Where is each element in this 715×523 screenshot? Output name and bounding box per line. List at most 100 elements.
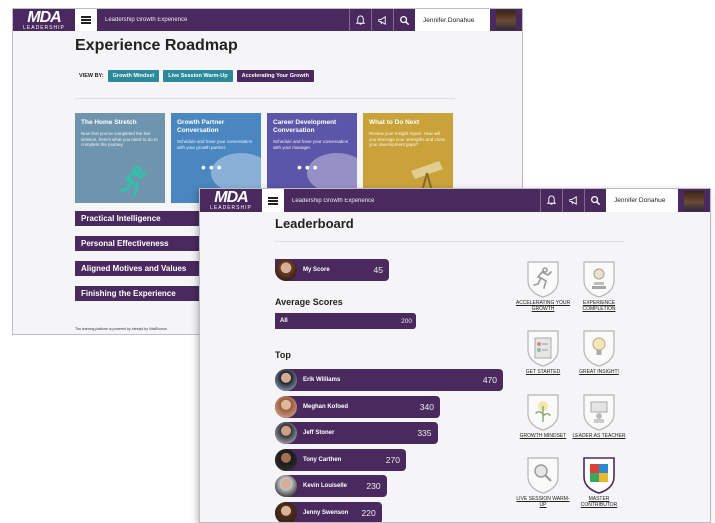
bell-icon[interactable]	[540, 189, 562, 212]
my-score-bar: My Score 45	[275, 259, 389, 281]
breadcrumb[interactable]: Leadership Growth Experience	[105, 17, 349, 23]
badge-label: EXPERIENCE COMPLETION	[582, 300, 616, 312]
leader-score: 470	[482, 375, 497, 385]
my-score-label: My Score	[303, 267, 330, 273]
average-scores-heading: Average Scores	[275, 297, 343, 307]
filter-growth-mindset[interactable]: Growth Mindset	[107, 70, 160, 82]
logo-subtext: LEADERSHIP	[210, 205, 252, 211]
logo-text: MDA	[27, 8, 61, 26]
logo-text: MDA	[214, 189, 248, 206]
avatar	[275, 369, 297, 391]
divider	[275, 241, 625, 242]
leader-row: Tony Carthen 270	[275, 448, 406, 471]
roadmap-sections: Practical Intelligence Personal Effectiv…	[75, 211, 205, 311]
badge-get-started[interactable]: GET STARTED	[515, 328, 571, 376]
badge-label: MASTER CONTRIBUTOR	[580, 496, 618, 508]
runner-icon	[527, 261, 559, 298]
top-bar: MDA LEADERSHIP Leadership Growth Experie…	[13, 9, 522, 31]
view-by-label: VIEW BY:	[79, 73, 104, 79]
leader-name: Jenny Swenson	[303, 509, 349, 516]
magnifier-icon	[527, 457, 559, 494]
divider	[75, 98, 455, 99]
leader-row: Kevin Louiselle 230	[275, 475, 387, 497]
user-name[interactable]: Jennifer Donahue	[606, 189, 678, 212]
section-aligned-motives-and-values[interactable]: Aligned Motives and Values	[75, 261, 205, 276]
section-practical-intelligence[interactable]: Practical Intelligence	[75, 211, 205, 226]
leader-row: Erik Williams 470	[275, 369, 503, 391]
badge-label: GREAT INSIGHT!	[579, 369, 619, 375]
top-bar: MDA LEADERSHIP Leadership Growth Experie…	[200, 189, 710, 212]
filter-accelerating-your-growth[interactable]: Accelerating Your Growth	[236, 70, 314, 82]
ellipsis-icon: •••	[201, 159, 225, 175]
puzzle-icon	[583, 457, 615, 494]
badge-growth-mindset[interactable]: GROWTH MINDSET	[515, 392, 571, 440]
avatar	[275, 422, 297, 444]
card-description: Review your Insight report. How will you…	[369, 131, 446, 147]
average-label: All	[280, 318, 288, 324]
mda-logo[interactable]: MDA LEADERSHIP	[13, 9, 75, 31]
card-home-stretch[interactable]: The Home Stretch Now that you've complet…	[75, 113, 165, 203]
avatar	[275, 395, 297, 418]
card-title: Career Development Conversation	[273, 119, 337, 134]
hamburger-icon	[81, 16, 91, 24]
my-score-value: 45	[373, 265, 383, 275]
leader-row: Jenny Swenson 220	[275, 501, 382, 522]
badge-label: GROWTH MINDSET	[519, 432, 567, 439]
leader-name: Erik Williams	[303, 377, 341, 383]
search-icon[interactable]	[393, 9, 415, 31]
card-description: Now that you've completed the live sessi…	[81, 131, 158, 147]
leaderboard-window: MDA LEADERSHIP Leadership Growth Experie…	[199, 188, 711, 523]
leader-row: Meghan Kofoed 340	[275, 395, 440, 418]
badge-leader-as-teacher[interactable]: LEADER AS TEACHER	[571, 392, 627, 440]
leader-score: 230	[366, 481, 381, 491]
page-title: Leaderboard	[275, 216, 354, 231]
avatar	[275, 448, 297, 471]
lightbulb-icon	[583, 330, 615, 367]
leader-name: Tony Carthen	[303, 456, 342, 463]
hamburger-icon	[268, 196, 278, 205]
mda-logo[interactable]: MDA LEADERSHIP	[200, 189, 262, 212]
filter-live-session-warm-up[interactable]: Live Session Warm-Up	[163, 70, 233, 82]
leader-score: 340	[419, 401, 434, 412]
section-finishing-the-experience[interactable]: Finishing the Experience	[75, 286, 205, 301]
leader-name: Kevin Louiselle	[303, 483, 348, 489]
search-icon[interactable]	[584, 189, 606, 212]
logo-subtext: LEADERSHIP	[23, 24, 65, 31]
plant-icon	[527, 393, 559, 431]
runner-icon	[119, 165, 147, 197]
card-title: The Home Stretch	[81, 119, 137, 126]
badge-label: ACCELERATING YOUR GROWTH	[515, 300, 571, 312]
megaphone-icon[interactable]	[562, 189, 584, 212]
user-name[interactable]: Jennifer Donahue	[415, 9, 490, 31]
badge-live-session-warm-up[interactable]: LIVE SESSION WARM-UP	[515, 455, 571, 508]
badge-grid: ACCELERATING YOUR GROWTH EXPERIENCE COMP…	[515, 259, 627, 508]
view-by-filter: VIEW BY: Growth Mindset Live Session War…	[79, 70, 314, 82]
bell-icon[interactable]	[349, 9, 371, 31]
hamburger-menu-button[interactable]	[262, 189, 284, 212]
average-all-bar: All 200	[275, 313, 416, 329]
badge-experience-completion[interactable]: EXPERIENCE COMPLETION	[571, 259, 627, 312]
leader-row: Jeff Stoner 335	[275, 422, 438, 444]
leader-score: 335	[417, 428, 432, 438]
user-avatar[interactable]	[496, 10, 516, 30]
hamburger-menu-button[interactable]	[75, 9, 97, 31]
breadcrumb[interactable]: Leadership Growth Experience	[292, 198, 540, 204]
user-avatar[interactable]	[684, 190, 704, 211]
medal-icon	[583, 261, 615, 298]
badge-accelerating-your-growth[interactable]: ACCELERATING YOUR GROWTH	[515, 259, 571, 312]
leader-name: Meghan Kofoed	[303, 403, 348, 410]
badge-master-contributor[interactable]: MASTER CONTRIBUTOR	[571, 455, 627, 508]
leader-score: 220	[361, 507, 376, 518]
page-title: Experience Roadmap	[75, 37, 238, 54]
top-heading: Top	[275, 350, 291, 360]
badge-label: LEADER AS TEACHER	[572, 432, 626, 439]
ellipsis-icon: •••	[297, 159, 321, 175]
leader-name: Jeff Stoner	[303, 430, 335, 436]
avatar	[275, 259, 297, 281]
megaphone-icon[interactable]	[371, 9, 393, 31]
badge-great-insight[interactable]: GREAT INSIGHT!	[571, 328, 627, 376]
section-personal-effectiveness[interactable]: Personal Effectiveness	[75, 236, 205, 251]
badge-label: LIVE SESSION WARM-UP	[516, 496, 570, 508]
avatar	[275, 475, 297, 497]
footer-note: The learning platform is powered by Intr…	[75, 327, 168, 331]
